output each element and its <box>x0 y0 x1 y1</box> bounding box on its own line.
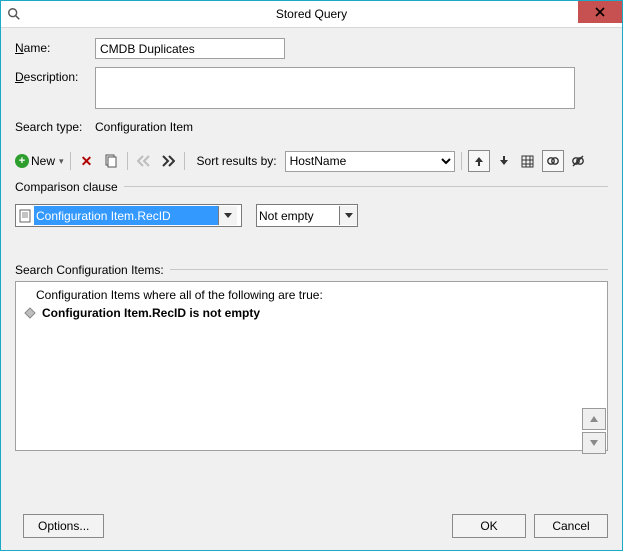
new-button-label: New <box>31 154 55 168</box>
rule <box>124 186 608 187</box>
link-on-button[interactable] <box>542 150 564 172</box>
search-icon <box>1 7 27 21</box>
sort-desc-button[interactable] <box>494 151 514 171</box>
field-combo-input[interactable] <box>34 206 218 225</box>
dialog-footer: Options... OK Cancel <box>15 502 608 538</box>
dropdown-icon: ▾ <box>59 156 64 167</box>
double-right-icon <box>161 155 175 167</box>
document-icon <box>16 209 34 223</box>
separator <box>127 152 128 170</box>
rule <box>170 269 608 270</box>
sort-asc-button[interactable] <box>468 150 490 172</box>
search-type-label: Search type: <box>15 117 95 134</box>
plus-icon: + <box>15 154 29 168</box>
field-combo[interactable] <box>15 204 242 227</box>
sort-select[interactable]: HostName <box>285 151 455 172</box>
criteria-listbox[interactable]: Configuration Items where all of the fol… <box>15 281 608 451</box>
arrow-up-icon <box>473 155 485 167</box>
link-icon <box>546 154 560 168</box>
new-button[interactable]: + New ▾ <box>15 151 64 171</box>
grid-button[interactable] <box>518 151 538 171</box>
sort-label: Sort results by: <box>197 154 277 168</box>
operator-combo[interactable] <box>256 204 358 227</box>
ok-button[interactable]: OK <box>452 514 526 538</box>
reorder-buttons <box>582 408 606 454</box>
next-button[interactable] <box>158 151 178 171</box>
link-off-button[interactable] <box>568 151 588 171</box>
criteria-item[interactable]: Configuration Item.RecID is not empty <box>22 306 601 320</box>
window-title: Stored Query <box>1 7 622 21</box>
separator <box>461 152 462 170</box>
triangle-up-icon <box>589 415 599 423</box>
prev-button[interactable] <box>134 151 154 171</box>
search-config-items-label: Search Configuration Items: <box>15 263 164 277</box>
unlink-icon <box>571 154 585 168</box>
cancel-button[interactable]: Cancel <box>534 514 608 538</box>
criteria-item-text: Configuration Item.RecID is not empty <box>42 306 260 320</box>
arrow-down-icon <box>498 155 510 167</box>
grid-icon <box>521 155 534 168</box>
diamond-icon <box>24 307 36 319</box>
copy-icon <box>104 154 118 168</box>
separator <box>70 152 71 170</box>
chevron-down-icon[interactable] <box>218 206 237 225</box>
name-label: Name: <box>15 38 95 55</box>
triangle-down-icon <box>589 439 599 447</box>
description-label: Description: <box>15 67 95 84</box>
move-up-button[interactable] <box>582 408 606 430</box>
description-input[interactable] <box>95 67 575 109</box>
search-type-value: Configuration Item <box>95 117 193 134</box>
chevron-down-icon[interactable] <box>339 206 357 225</box>
delete-icon: ✕ <box>81 153 93 170</box>
move-down-button[interactable] <box>582 432 606 454</box>
stored-query-dialog: Stored Query Name: Description: Search t… <box>0 0 623 551</box>
title-bar: Stored Query <box>1 1 622 28</box>
options-button[interactable]: Options... <box>23 514 104 538</box>
toolbar: + New ▾ ✕ Sort results by: HostName <box>15 150 608 172</box>
dialog-body: Name: Description: Search type: Configur… <box>1 28 622 550</box>
comparison-clause-row <box>15 204 608 227</box>
comparison-clause-label: Comparison clause <box>15 180 118 194</box>
close-button[interactable] <box>578 1 622 23</box>
criteria-header: Configuration Items where all of the fol… <box>22 286 601 306</box>
operator-combo-input[interactable] <box>257 206 339 225</box>
name-input[interactable] <box>95 38 285 59</box>
copy-button[interactable] <box>101 151 121 171</box>
delete-button[interactable]: ✕ <box>77 151 97 171</box>
double-left-icon <box>137 155 151 167</box>
separator <box>184 152 185 170</box>
